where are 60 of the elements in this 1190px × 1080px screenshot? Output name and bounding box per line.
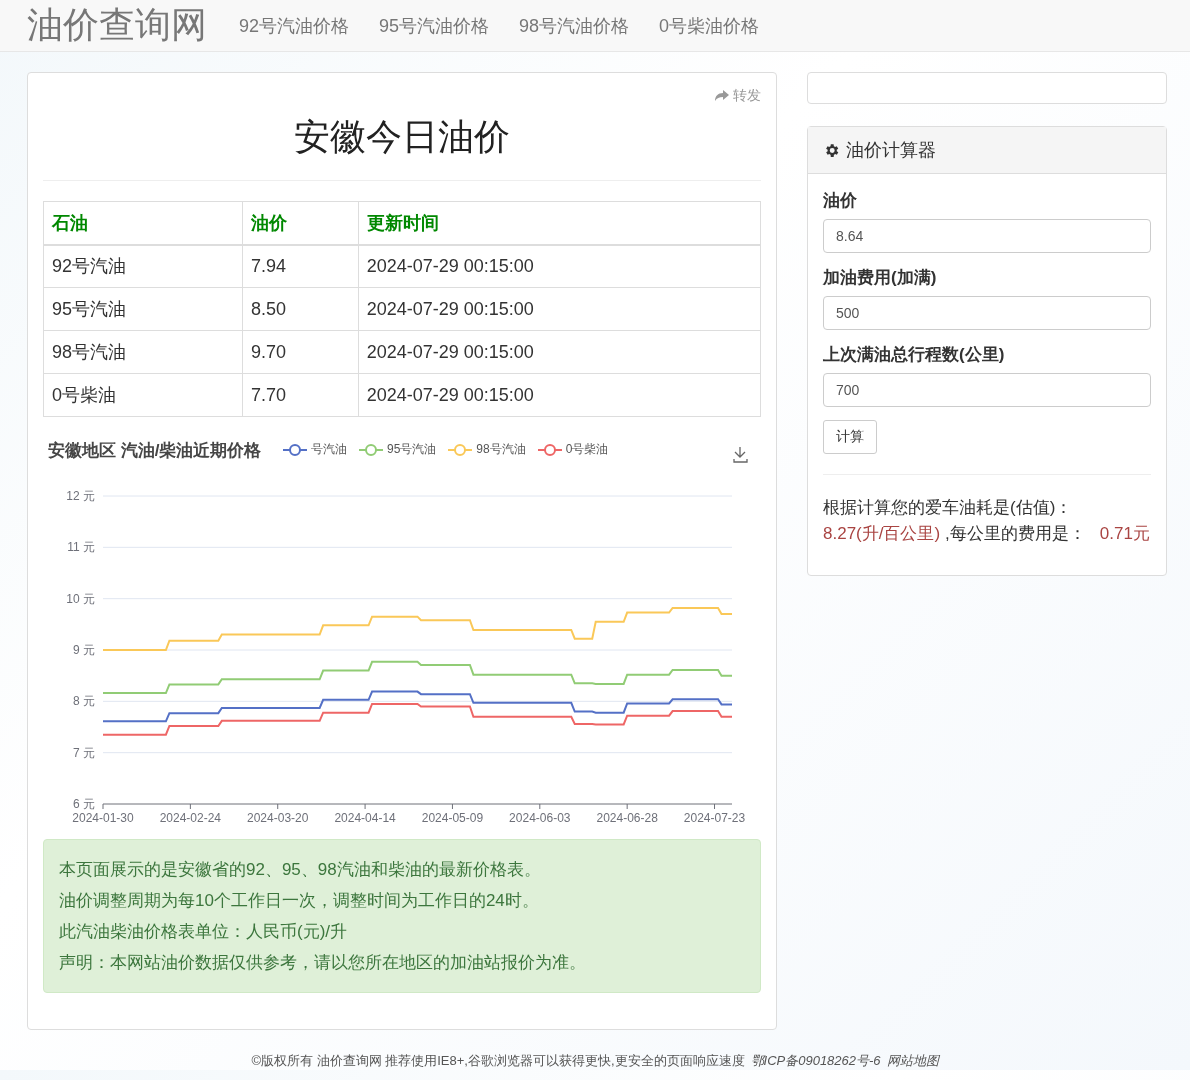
table-cell: 95号汽油 <box>43 287 243 331</box>
icp-link[interactable]: 鄂ICP备09018262号-6 <box>750 1052 881 1070</box>
table-cell: 2024-07-29 00:15:00 <box>358 373 761 417</box>
legend-item[interactable]: 号汽油 <box>283 441 347 458</box>
table-cell: 7.70 <box>242 373 359 417</box>
table-cell: 2024-07-29 00:15:00 <box>358 287 761 331</box>
x-axis-label: 2024-04-14 <box>334 811 396 825</box>
table-cell: 9.70 <box>242 330 359 374</box>
share-arrow-icon <box>715 90 729 102</box>
x-axis-label: 2024-02-24 <box>159 811 222 825</box>
x-axis-label: 2024-03-20 <box>247 811 309 825</box>
nav-link[interactable]: 95号汽油价格 <box>379 13 490 38</box>
notice-line: 本页面展示的是安徽省的92、95、98汽油和柴油的最新价格表。 <box>59 859 542 881</box>
table-cell: 7.94 <box>242 244 359 288</box>
y-axis-label: 8 元 <box>73 694 95 709</box>
nav-link[interactable]: 0号柴油价格 <box>659 13 760 38</box>
x-axis-label: 2024-05-09 <box>421 811 484 825</box>
input-field[interactable]: 700 <box>823 373 1151 407</box>
x-axis-label: 2024-01-30 <box>72 811 134 825</box>
legend-item[interactable]: 98号汽油 <box>448 441 526 458</box>
site-logo[interactable]: 油价查询网 <box>27 1 207 50</box>
table-cell: 2024-07-29 00:15:00 <box>358 330 761 374</box>
notice-line: 声明：本网站油价数据仅供参考，请以您所在地区的加油站报价为准。 <box>59 952 587 974</box>
table-cell: 98号汽油 <box>43 330 243 374</box>
sitemap-link[interactable]: 网站地图 <box>886 1052 939 1070</box>
input-field[interactable]: 8.64 <box>823 219 1151 253</box>
x-axis-label: 2024-06-28 <box>596 811 658 825</box>
table-cell: 2024-07-29 00:15:00 <box>358 244 761 288</box>
nav-link[interactable]: 98号汽油价格 <box>519 13 630 38</box>
y-axis-label: 11 元 <box>67 540 95 555</box>
y-axis-label: 10 元 <box>66 591 95 606</box>
legend-item[interactable]: 0号柴油 <box>537 441 609 458</box>
table-cell: 92号汽油 <box>43 244 243 288</box>
nav-link[interactable]: 92号汽油价格 <box>239 13 350 38</box>
x-axis-label: 2024-07-23 <box>683 811 746 825</box>
page-title: 安徽今日油价 <box>43 113 761 181</box>
field-label: 上次满油总行程数(公里) <box>823 344 1006 366</box>
field-label: 油价 <box>823 190 858 212</box>
input-field[interactable]: 500 <box>823 296 1151 330</box>
download-icon[interactable] <box>733 446 748 463</box>
calculate-button[interactable]: 计算 <box>823 420 877 454</box>
x-axis-label: 2024-06-03 <box>509 811 571 825</box>
table-cell: 0号柴油 <box>43 373 243 417</box>
gear-icon <box>823 141 840 159</box>
y-axis-label: 7 元 <box>73 745 95 760</box>
result-text: 根据计算您的爱车油耗是(估值)： 8.27(升/百公里) ,每公里的费用是： 0.71元 <box>823 497 1151 545</box>
legend-item[interactable]: 95号汽油 <box>359 441 437 458</box>
y-axis-label: 12 元 <box>66 489 95 503</box>
table-cell: 8.50 <box>242 287 359 331</box>
field-label: 加油费用(加满) <box>823 267 938 289</box>
y-axis-label: 6 元 <box>73 797 95 811</box>
panel-title: 油价计算器 <box>846 139 936 162</box>
column-header: 更新时间 <box>358 201 761 245</box>
column-header: 油价 <box>242 201 359 245</box>
footer-text: ©版权所有 油价查询网 推荐使用IE8+,谷歌浏览器可以获得更快,更安全的页面响应速度 <box>251 1052 745 1070</box>
column-header: 石油 <box>43 201 243 245</box>
notice-line: 油价调整周期为每10个工作日一次，调整时间为工作日的24时。 <box>59 890 540 912</box>
notice-line: 此汽油柴油价格表单位：人民币(元)/升 <box>59 921 349 943</box>
y-axis-label: 9 元 <box>73 643 95 657</box>
chart-title: 安徽地区 汽油/柴油近期价格 <box>48 440 262 462</box>
